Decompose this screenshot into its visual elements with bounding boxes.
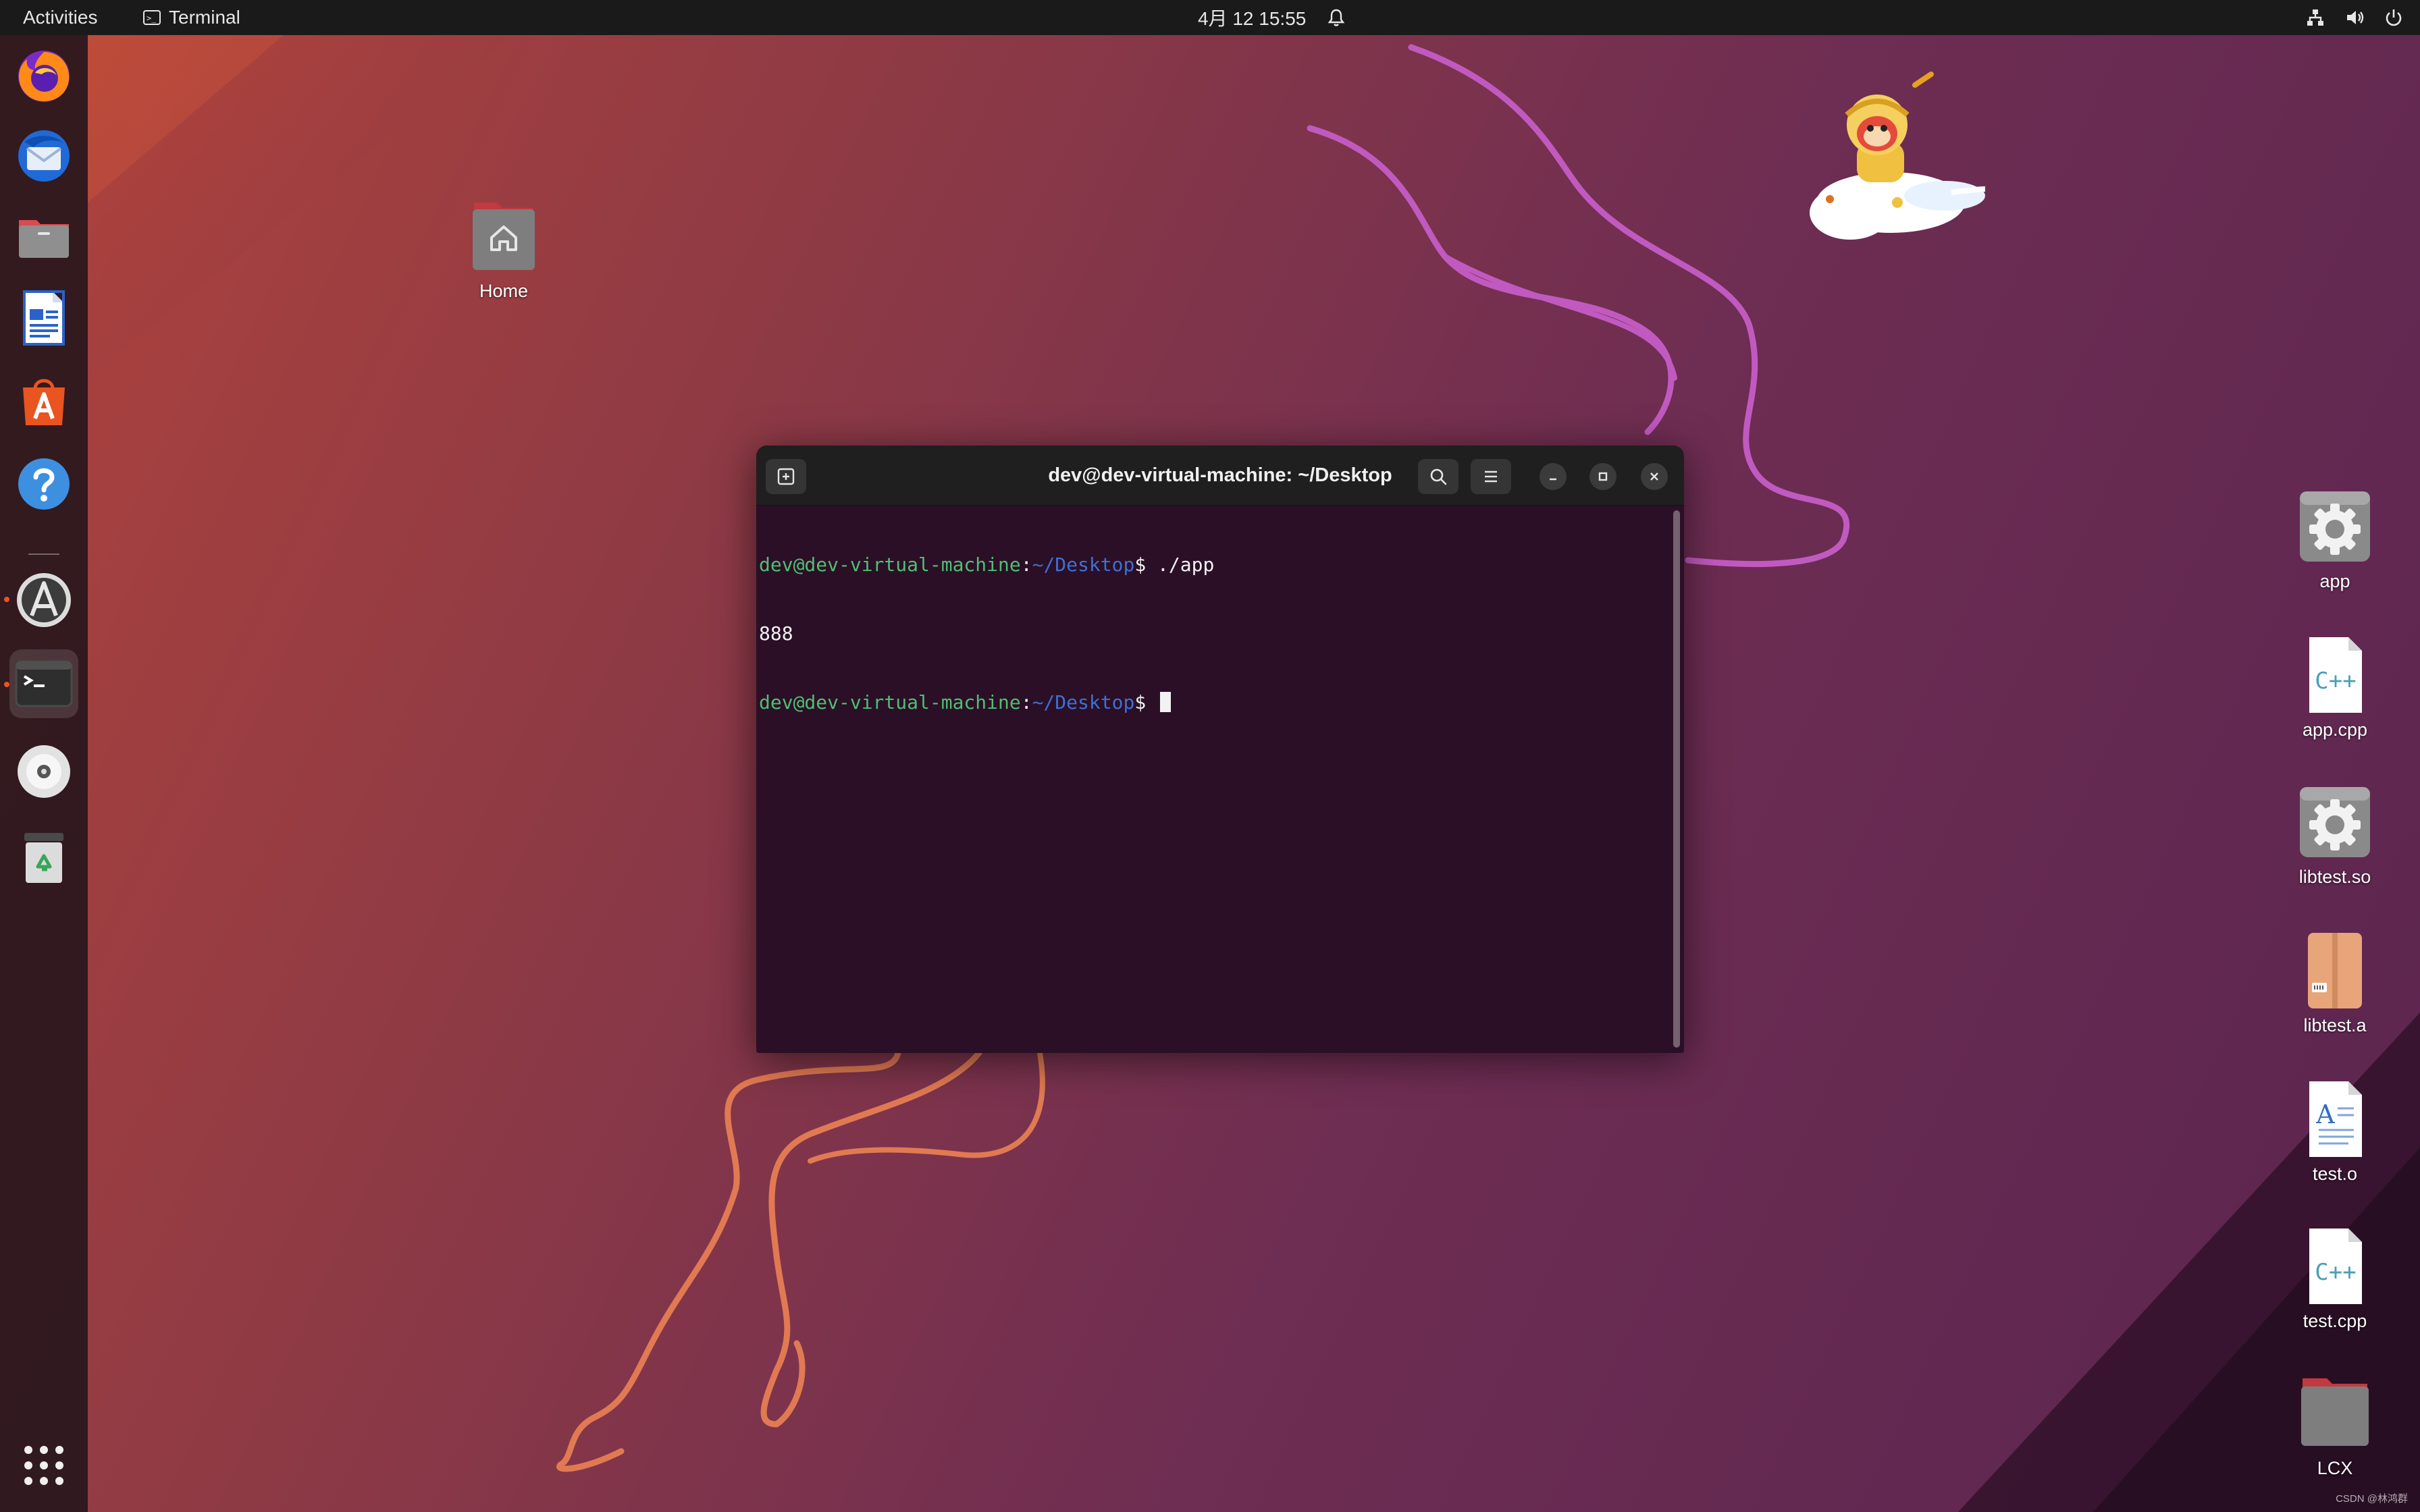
running-indicator (4, 682, 9, 687)
command-output: 888 (759, 622, 793, 645)
dock-help[interactable] (9, 450, 78, 518)
clock-button[interactable]: 4月 12 15:55 (1198, 0, 1346, 35)
prompt-separator: : (1020, 554, 1032, 576)
files-icon (19, 220, 69, 258)
dock (0, 35, 88, 1512)
maximize-icon (1598, 472, 1608, 481)
firefox-icon (18, 51, 70, 102)
prompt-symbol: $ (1134, 691, 1158, 713)
updater-icon (17, 573, 71, 627)
volume-icon (2344, 7, 2365, 28)
dock-show-applications[interactable] (9, 1431, 78, 1500)
text-cursor (1160, 692, 1172, 712)
prompt-user: dev@dev-virtual-machine (759, 691, 1021, 713)
search-button[interactable] (1418, 459, 1458, 494)
writer-icon (23, 290, 65, 346)
terminal-scrollbar[interactable] (1673, 510, 1680, 1048)
desktop-icon-test-o[interactable]: A test.o (2274, 1079, 2396, 1185)
desktop-icon-home[interactable]: Home (443, 196, 564, 302)
cpp-file-icon: C++ (2294, 634, 2375, 716)
dock-files[interactable] (9, 202, 78, 271)
desktop-icon-label: LCX (2317, 1458, 2353, 1478)
shared-library-gear-icon (2294, 782, 2375, 863)
thunderbird-icon (18, 130, 70, 182)
file-badge: A (2315, 1100, 2335, 1129)
close-button[interactable] (1641, 463, 1668, 490)
menu-button[interactable] (1471, 459, 1511, 494)
app-center-icon (23, 379, 65, 425)
dock-thunderbird[interactable] (9, 122, 78, 190)
notification-bell-icon (1326, 7, 1346, 28)
prompt-path: ~/Desktop (1032, 554, 1135, 576)
activities-label: Activities (23, 7, 98, 28)
object-file-icon: A (2294, 1079, 2375, 1160)
disc-icon (18, 745, 70, 798)
terminal-app-icon: >_ (143, 10, 161, 25)
cpp-file-icon: C++ (2294, 1226, 2375, 1307)
desktop-icon-app-cpp[interactable]: C++ app.cpp (2274, 634, 2396, 740)
app-menu-label: Terminal (169, 7, 240, 28)
dock-separator (28, 554, 59, 555)
desktop-icon-lcx[interactable]: LCX (2274, 1373, 2396, 1479)
maximize-button[interactable] (1589, 463, 1616, 490)
file-badge: C++ (2315, 668, 2356, 695)
terminal-icon (15, 660, 73, 707)
clock-label: 4月 12 15:55 (1198, 8, 1307, 29)
new-tab-icon (777, 468, 795, 485)
folder-icon (2294, 1373, 2375, 1454)
desktop-icon-label: libtest.so (2298, 867, 2371, 887)
activities-button[interactable]: Activities (23, 0, 97, 35)
network-icon (2305, 7, 2325, 28)
terminal-window[interactable]: dev@dev-virtual-machine: ~/Desktop dev@d… (756, 446, 1684, 1053)
desktop-icon-libtest-a[interactable]: libtest.a (2274, 930, 2396, 1036)
prompt-symbol: $ (1134, 554, 1158, 576)
app-grid-icon (24, 1446, 63, 1485)
running-indicator (4, 597, 9, 602)
sun-wukong-sticker (1789, 61, 1992, 250)
terminal-line: 888 (759, 622, 1664, 645)
system-tray[interactable] (2305, 0, 2404, 35)
prompt-separator: : (1020, 691, 1032, 713)
desktop-icon-label: Home (479, 281, 529, 301)
dock-writer[interactable] (9, 284, 78, 352)
minimize-icon (1550, 478, 1556, 481)
desktop-icon-label: app (2319, 571, 2350, 591)
archive-icon (2294, 930, 2375, 1011)
dock-firefox[interactable] (9, 40, 78, 109)
desktop-icon-label: app.cpp (2302, 720, 2368, 740)
close-icon (1650, 473, 1658, 481)
terminal-output[interactable]: dev@dev-virtual-machine:~/Desktop$ ./app… (759, 508, 1664, 1048)
terminal-line: dev@dev-virtual-machine:~/Desktop$ ./app (759, 554, 1664, 576)
desktop-icon-label: test.o (2312, 1164, 2358, 1184)
desktop-icon-test-cpp[interactable]: C++ test.cpp (2274, 1226, 2396, 1332)
trash-icon (24, 833, 63, 883)
desktop-icon-libtest-so[interactable]: libtest.so (2274, 782, 2396, 888)
terminal-line: dev@dev-virtual-machine:~/Desktop$ (759, 691, 1664, 714)
desktop-icon-label: test.cpp (2303, 1311, 2367, 1331)
new-tab-button[interactable] (766, 459, 806, 494)
dock-trash[interactable] (9, 822, 78, 891)
file-badge: C++ (2315, 1259, 2356, 1286)
dock-app-center[interactable] (9, 366, 78, 435)
dock-terminal[interactable] (9, 649, 78, 718)
help-icon (18, 458, 70, 510)
minimize-button[interactable] (1540, 463, 1567, 490)
watermark: CSDN @林鸿群 (2336, 1493, 2408, 1505)
dock-disc[interactable] (9, 737, 78, 806)
desktop-icon-label: libtest.a (2303, 1015, 2367, 1035)
command-text: ./app (1157, 554, 1215, 576)
search-icon (1430, 468, 1447, 485)
terminal-headerbar[interactable]: dev@dev-virtual-machine: ~/Desktop (756, 446, 1684, 506)
power-icon (2384, 7, 2404, 28)
home-folder-icon (463, 196, 544, 277)
prompt-user: dev@dev-virtual-machine (759, 554, 1021, 576)
prompt-path: ~/Desktop (1032, 691, 1135, 713)
top-bar: Activities >_ Terminal 4月 12 15:55 (0, 0, 2420, 35)
dock-updater[interactable] (9, 566, 78, 634)
app-menu-button[interactable]: >_ Terminal (143, 0, 240, 35)
executable-gear-icon (2294, 486, 2375, 567)
hamburger-menu-icon (1485, 470, 1497, 483)
desktop-icon-app[interactable]: app (2274, 486, 2396, 592)
